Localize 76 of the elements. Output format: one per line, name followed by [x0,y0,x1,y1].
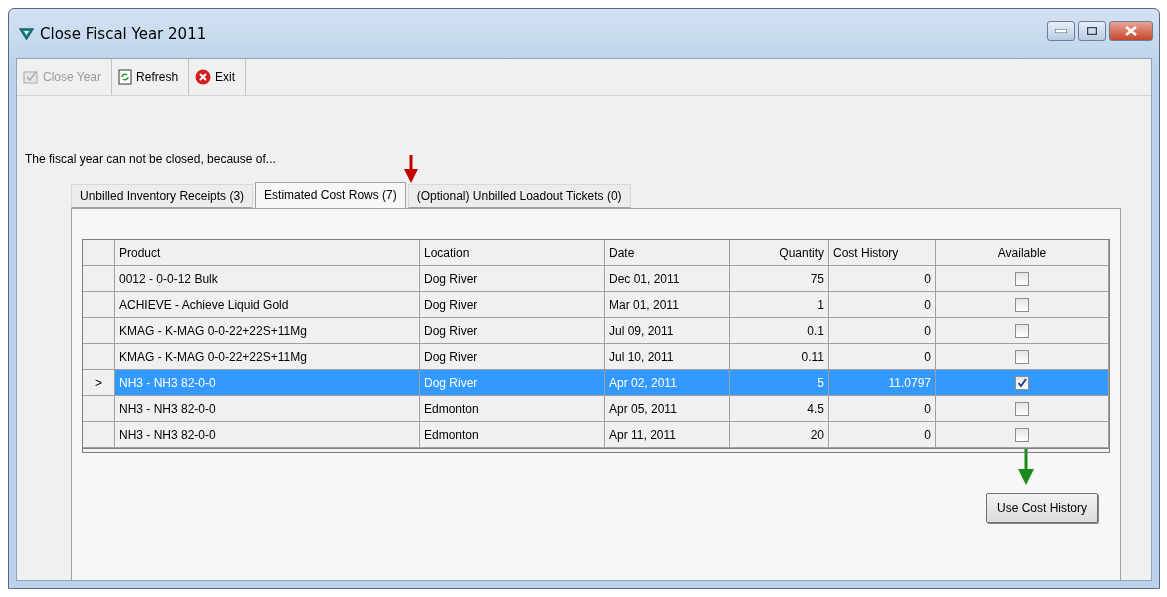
close-icon [1125,26,1137,36]
refresh-icon [118,69,133,85]
row-header[interactable]: > [83,370,115,396]
table-cell: 0 [829,422,936,448]
column-header[interactable]: Location [420,240,605,266]
table-cell: 4.5 [730,396,829,422]
table-cell: 0.1 [730,318,829,344]
table-cell: NH3 - NH3 82-0-0 [115,422,420,448]
column-header[interactable]: Quantity [730,240,829,266]
table-cell: Edmonton [420,422,605,448]
table-cell: 0.11 [730,344,829,370]
arrow-drawing [1018,449,1034,485]
app-logo-icon [19,27,34,40]
table-cell: Jul 09, 2011 [605,318,730,344]
row-header [83,240,115,266]
checkbox[interactable] [1015,271,1029,286]
table-cell: 20 [730,422,829,448]
arrow-drawing [404,155,418,183]
table-cell: Mar 01, 2011 [605,292,730,318]
table-cell: Apr 11, 2011 [605,422,730,448]
tab[interactable]: Estimated Cost Rows (7) [255,182,406,208]
table-cell: Dog River [420,266,605,292]
checkbox[interactable] [1015,297,1029,312]
table-cell: Jul 10, 2011 [605,344,730,370]
table-cell: 0 [829,318,936,344]
window-title: Close Fiscal Year 2011 [40,24,207,43]
table-cell: KMAG - K-MAG 0-0-22+22S+11Mg [115,344,420,370]
maximize-icon [1087,27,1097,35]
checkbox[interactable] [1015,349,1029,364]
table-cell: NH3 - NH3 82-0-0 [115,370,420,396]
table-cell: 0 [829,292,936,318]
checkbox-icon [23,70,39,84]
table-cell: Apr 02, 2011 [605,370,730,396]
checkbox[interactable] [1015,375,1029,390]
row-header[interactable] [83,318,115,344]
table-cell: 1 [730,292,829,318]
table-cell: Dec 01, 2011 [605,266,730,292]
toolbar-button[interactable]: Exit [189,59,247,95]
checkbox[interactable] [1015,427,1029,442]
row-header[interactable] [83,396,115,422]
table-cell: Edmonton [420,396,605,422]
column-header[interactable]: Date [605,240,730,266]
row-header[interactable] [83,292,115,318]
table-cell: Dog River [420,370,605,396]
checkbox[interactable] [1015,401,1029,416]
table-cell: Apr 05, 2011 [605,396,730,422]
table-cell: ACHIEVE - Achieve Liquid Gold [115,292,420,318]
table-cell: 5 [730,370,829,396]
table-cell: 0 [829,266,936,292]
status-message: The fiscal year can not be closed, because of... [25,152,277,166]
table-cell: Dog River [420,318,605,344]
table-cell: Dog River [420,292,605,318]
toolbar-button[interactable]: Refresh [112,59,190,95]
table-cell: Dog River [420,344,605,370]
maximize-button[interactable] [1078,21,1106,41]
table-cell: KMAG - K-MAG 0-0-22+22S+11Mg [115,318,420,344]
minimize-button[interactable] [1047,21,1075,41]
table-cell: 75 [730,266,829,292]
table-cell: NH3 - NH3 82-0-0 [115,396,420,422]
tab[interactable]: (Optional) Unbilled Loadout Tickets (0) [407,184,631,208]
column-header[interactable]: Product [115,240,420,266]
table-cell: 0 [829,344,936,370]
row-header[interactable] [83,266,115,292]
close-icon [195,69,212,85]
table-cell: 0012 - 0-0-12 Bulk [115,266,420,292]
use-cost-history-button[interactable]: Use Cost History [985,493,1098,523]
minimize-icon [1055,29,1067,33]
checkbox[interactable] [1015,323,1029,338]
column-header[interactable]: Cost History [829,240,936,266]
row-header[interactable] [83,422,115,448]
table-cell: 11.0797 [829,370,936,396]
close-button[interactable] [1109,21,1153,41]
table-cell: 0 [829,396,936,422]
tab[interactable]: Unbilled Inventory Receipts (3) [71,184,254,208]
row-header[interactable] [83,344,115,370]
column-header[interactable]: Available [936,240,1109,266]
